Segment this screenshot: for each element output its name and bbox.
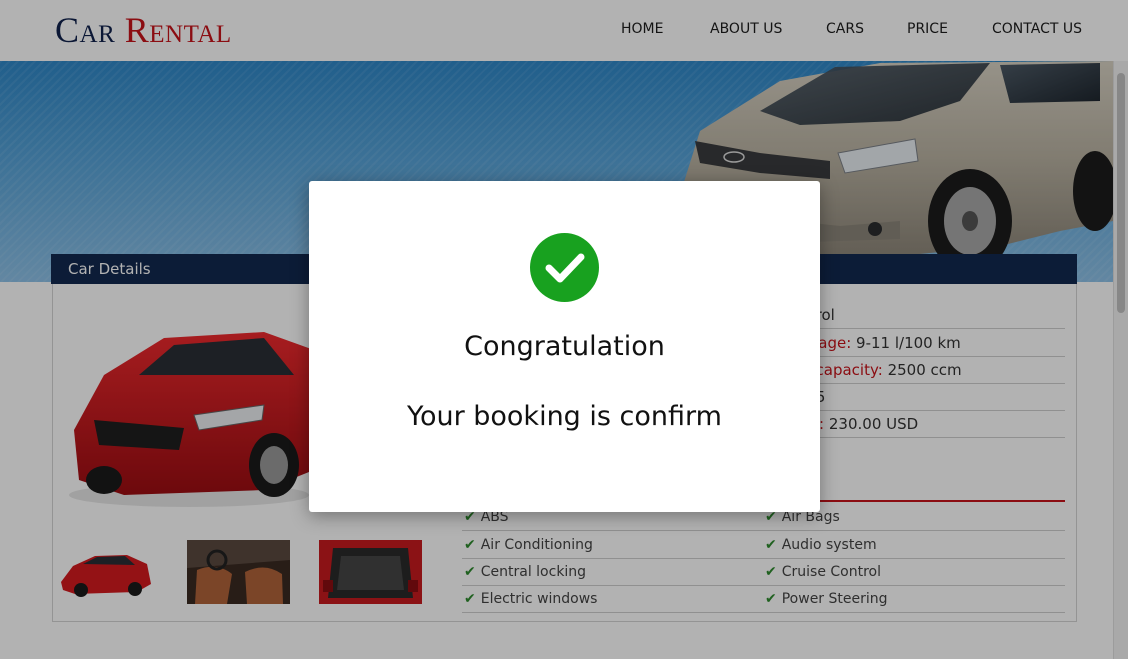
booking-confirmation-modal: Congratulation Your booking is confirm [309,181,820,512]
modal-title: Congratulation [464,331,665,362]
check-circle-icon [530,233,599,302]
modal-message: Your booking is confirm [407,401,722,432]
